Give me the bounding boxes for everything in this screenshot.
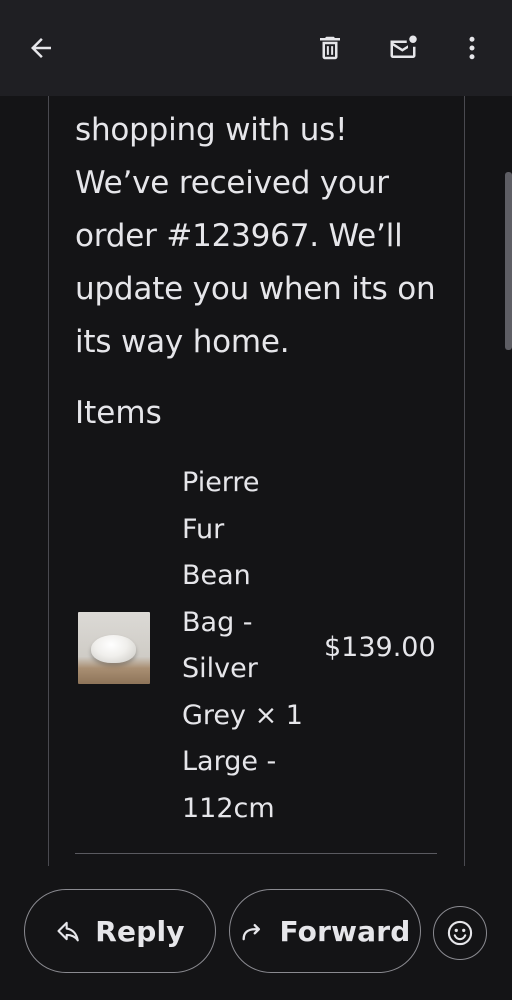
delete-button[interactable]	[306, 24, 354, 72]
arrow-left-icon	[31, 38, 51, 58]
mark-unread-icon	[390, 35, 417, 58]
message-line: We’ve received your	[75, 165, 389, 201]
item-name-line: 112cm	[182, 792, 275, 824]
forward-arrow-icon	[239, 917, 267, 945]
reply-button[interactable]: Reply	[24, 889, 216, 973]
mark-unread-button[interactable]	[379, 24, 427, 72]
item-name-line: Bag -	[182, 606, 253, 638]
item-name-line: Grey × 1	[182, 699, 303, 731]
product-image[interactable]	[78, 612, 150, 684]
message-line: update you when its on	[75, 271, 436, 307]
item-name-line: Bean	[182, 560, 251, 591]
item-name-line: Pierre	[182, 467, 260, 498]
order-item-row: Pierre Fur Bean Bag - Silver Grey × 1 La…	[49, 460, 464, 838]
items-heading: Items	[75, 395, 162, 431]
smiley-icon	[447, 920, 473, 946]
message-line: order #123967. We’ll	[75, 218, 403, 254]
reply-label: Reply	[95, 914, 185, 948]
emoji-reaction-button[interactable]	[433, 906, 487, 960]
back-button[interactable]	[17, 24, 65, 72]
message-line: its way home.	[75, 324, 290, 360]
bottom-action-bar: Reply Forward	[0, 866, 512, 1000]
trash-icon	[320, 36, 340, 60]
top-app-bar	[0, 0, 512, 96]
email-view: shopping with us! We’ve received your or…	[0, 0, 512, 1000]
more-vertical-icon	[469, 36, 475, 60]
item-name-line: Silver	[182, 653, 258, 684]
message-line: shopping with us!	[75, 112, 348, 148]
email-body: shopping with us! We’ve received your or…	[48, 96, 465, 866]
reply-arrow-icon	[55, 917, 83, 945]
forward-label: Forward	[279, 914, 411, 948]
bean-bag-image	[91, 635, 136, 663]
item-price: $139.00	[324, 632, 436, 663]
divider	[75, 853, 437, 854]
scrollbar-thumb[interactable]	[505, 172, 512, 350]
forward-button[interactable]: Forward	[229, 889, 421, 973]
message-text: shopping with us! We’ve received your or…	[75, 104, 447, 369]
more-options-button[interactable]	[448, 24, 496, 72]
item-name: Pierre Fur Bean Bag - Silver Grey × 1 La…	[182, 460, 307, 832]
item-name-line: Large -	[182, 746, 277, 777]
item-name-line: Fur	[182, 513, 225, 545]
